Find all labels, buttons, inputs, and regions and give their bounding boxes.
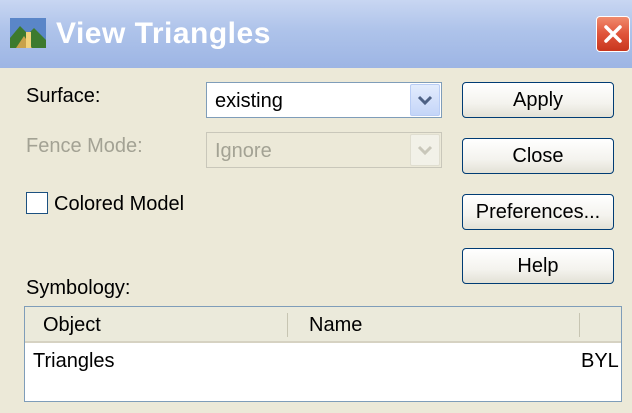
chevron-down-icon bbox=[417, 95, 433, 106]
column-header-name[interactable]: Name bbox=[309, 313, 362, 337]
column-divider[interactable] bbox=[287, 313, 288, 337]
surface-dropdown-button[interactable] bbox=[410, 84, 440, 116]
surface-select-value: existing bbox=[215, 90, 283, 112]
title-bar[interactable]: View Triangles bbox=[0, 0, 632, 68]
close-x-icon bbox=[604, 25, 622, 43]
fence-mode-select-value: Ignore bbox=[215, 140, 272, 162]
symbology-label: Symbology: bbox=[26, 277, 131, 299]
surface-select[interactable]: existing bbox=[206, 82, 442, 118]
chevron-down-icon bbox=[417, 145, 433, 156]
view-triangles-dialog: View Triangles Surface: existing Fence M… bbox=[0, 0, 632, 413]
apply-button[interactable]: Apply bbox=[462, 82, 614, 118]
window-title: View Triangles bbox=[56, 17, 271, 50]
row-object-cell: Triangles bbox=[33, 350, 115, 372]
row-name-cell: BYL bbox=[581, 350, 619, 372]
column-divider[interactable] bbox=[579, 313, 580, 337]
table-row[interactable]: Triangles BYL bbox=[25, 343, 621, 377]
preferences-button[interactable]: Preferences... bbox=[462, 194, 614, 230]
close-button[interactable]: Close bbox=[462, 138, 614, 174]
symbology-table[interactable]: Object Name Triangles BYL bbox=[24, 306, 622, 402]
surface-label: Surface: bbox=[26, 85, 101, 107]
landscape-icon bbox=[10, 18, 46, 48]
column-header-object[interactable]: Object bbox=[43, 313, 101, 337]
help-button[interactable]: Help bbox=[462, 248, 614, 284]
colored-model-checkbox[interactable] bbox=[26, 192, 48, 214]
close-window-button[interactable] bbox=[596, 16, 630, 52]
symbology-table-header: Object Name bbox=[25, 307, 621, 343]
colored-model-label[interactable]: Colored Model bbox=[54, 192, 184, 216]
fence-mode-select: Ignore bbox=[206, 132, 442, 168]
fence-mode-label: Fence Mode: bbox=[26, 135, 143, 157]
fence-mode-dropdown-button bbox=[410, 134, 440, 166]
